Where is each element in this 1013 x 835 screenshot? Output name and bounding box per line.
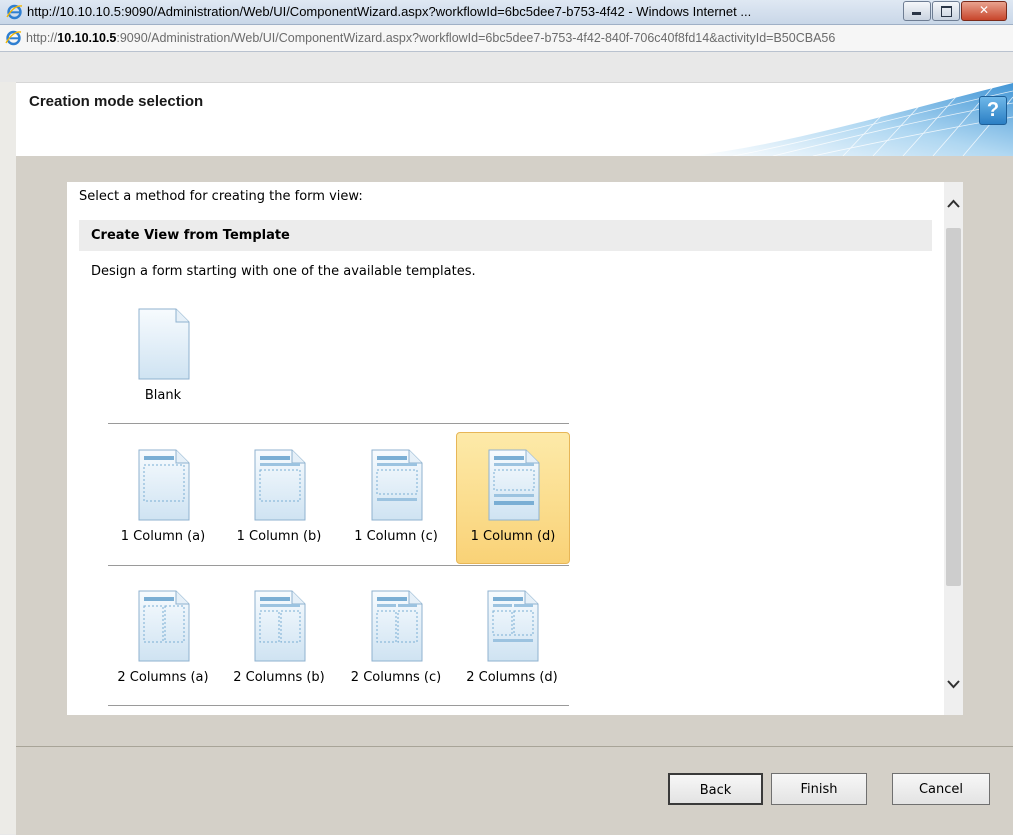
template-label: 2 Columns (a) (117, 670, 209, 685)
two-columns-c-icon (371, 590, 423, 662)
internet-explorer-icon (6, 4, 23, 20)
back-button[interactable]: Back (668, 773, 763, 805)
intro-text: Select a method for creating the form vi… (79, 189, 363, 204)
url-prefix: http:// (26, 31, 58, 45)
window-title: http://10.10.10.5:9090/Administration/We… (27, 4, 752, 19)
finish-button[interactable]: Finish (771, 773, 867, 805)
close-window-button[interactable]: ✕ (961, 1, 1007, 21)
template-panel: Select a method for creating the form vi… (67, 182, 963, 715)
two-columns-d-icon (487, 590, 539, 662)
template-label: 2 Columns (b) (233, 670, 325, 685)
divider (108, 423, 569, 424)
template-2-columns-b[interactable]: 2 Columns (b) (223, 574, 335, 704)
template-label: 1 Column (d) (470, 529, 556, 544)
template-label: 1 Column (b) (236, 529, 322, 544)
vertical-scrollbar[interactable] (944, 182, 963, 715)
address-url: http://10.10.10.5:9090/Administration/We… (26, 31, 835, 45)
blank-document-icon (138, 308, 190, 380)
template-2-columns-c[interactable]: 2 Columns (c) (340, 574, 452, 704)
template-1-column-c[interactable]: 1 Column (c) (340, 433, 452, 563)
page-icon (5, 30, 22, 46)
one-column-a-icon (138, 449, 190, 521)
template-label: Blank (144, 388, 182, 403)
template-1-column-b[interactable]: 1 Column (b) (223, 433, 335, 563)
template-label: 1 Column (c) (354, 529, 438, 544)
scrollbar-thumb[interactable] (946, 228, 961, 586)
window-controls: ✕ (902, 1, 1007, 21)
window-left-edge (0, 82, 17, 834)
close-icon: ✕ (978, 3, 990, 17)
template-2-columns-d[interactable]: 2 Columns (d) (456, 574, 568, 704)
window-title-bar: http://10.10.10.5:9090/Administration/We… (0, 0, 1013, 25)
one-column-b-icon (254, 449, 306, 521)
maximize-icon (941, 6, 952, 17)
two-columns-a-icon (138, 590, 190, 662)
url-host: 10.10.10.5 (57, 31, 117, 45)
template-label: 2 Columns (c) (350, 670, 442, 685)
minimize-icon (912, 12, 921, 15)
maximize-button[interactable] (932, 1, 960, 21)
cancel-button[interactable]: Cancel (892, 773, 990, 805)
template-label: 2 Columns (d) (466, 670, 558, 685)
template-2-columns-a[interactable]: 2 Columns (a) (107, 574, 219, 704)
template-blank[interactable]: Blank (107, 292, 219, 422)
address-bar: http://10.10.10.5:9090/Administration/We… (0, 25, 1013, 52)
minimize-button[interactable] (903, 1, 931, 21)
section-header: Create View from Template (79, 220, 932, 251)
divider (108, 705, 569, 706)
section-description: Design a form starting with one of the a… (91, 264, 476, 279)
template-1-column-d[interactable]: 1 Column (d) (456, 432, 570, 564)
template-label: 1 Column (a) (120, 529, 206, 544)
divider (108, 565, 569, 566)
template-1-column-a[interactable]: 1 Column (a) (107, 433, 219, 563)
url-path: :9090/Administration/Web/UI/ComponentWiz… (116, 31, 836, 45)
one-column-d-icon (488, 449, 540, 521)
chevron-up-icon[interactable] (944, 194, 963, 214)
header-decoration (693, 83, 1013, 156)
section-title: Create View from Template (91, 228, 290, 243)
two-columns-b-icon (254, 590, 306, 662)
chevron-down-icon[interactable] (944, 674, 963, 694)
help-button[interactable]: ? (979, 96, 1007, 125)
wizard-header: Creation mode selection ? (16, 82, 1013, 157)
one-column-c-icon (371, 449, 423, 521)
page-title: Creation mode selection (29, 93, 204, 110)
